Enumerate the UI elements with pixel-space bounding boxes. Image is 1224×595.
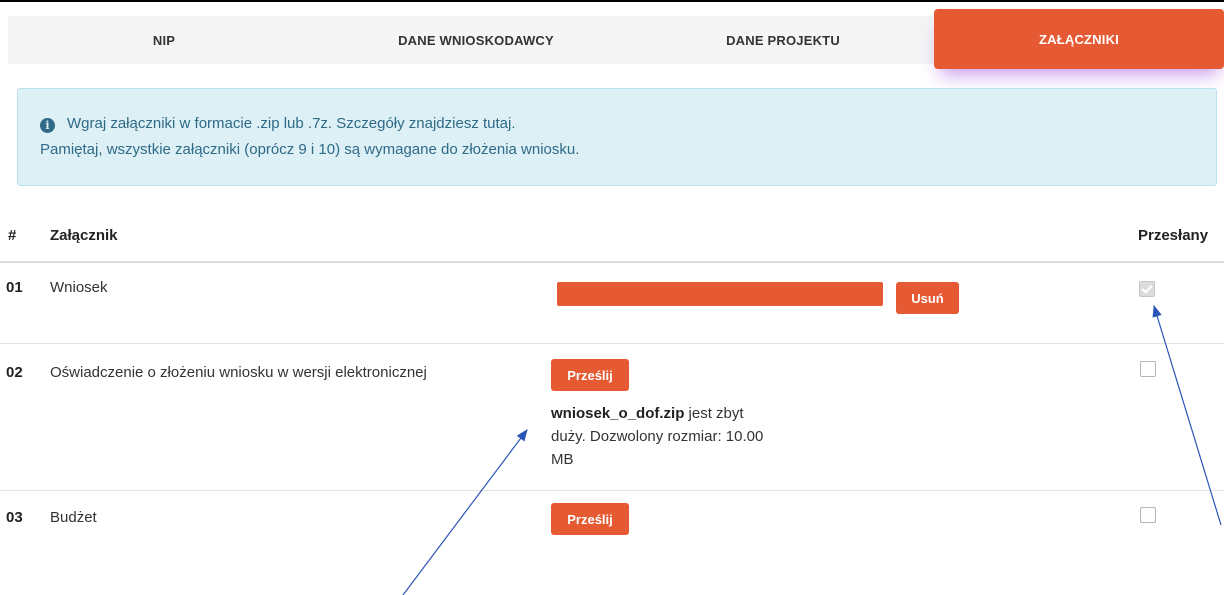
arrow-to-error-message [402,429,528,595]
annotation-arrows [402,304,1222,595]
arrow-to-sent-checkbox [1152,304,1222,526]
